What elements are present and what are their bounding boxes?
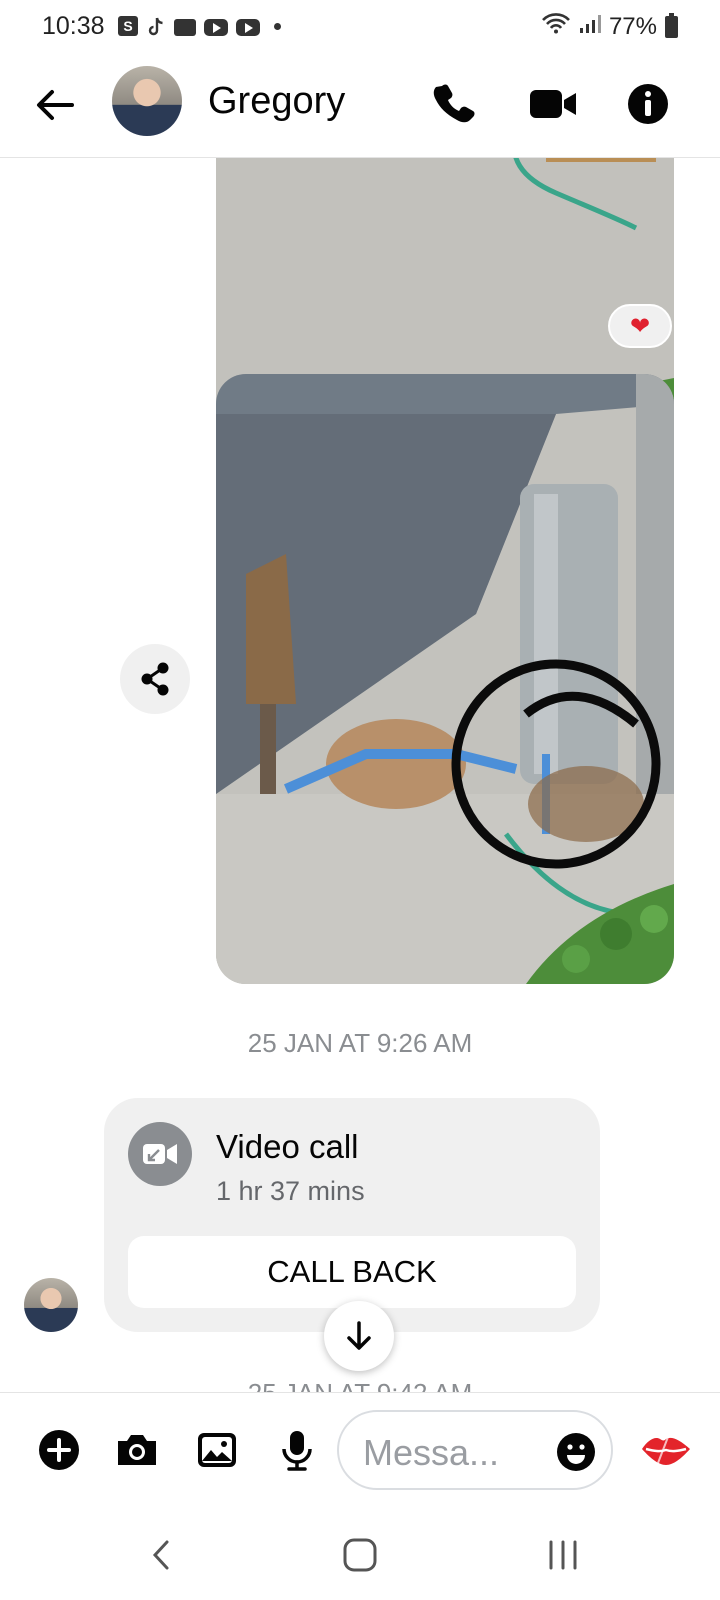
- lips-icon: [642, 1436, 690, 1465]
- arrow-left-icon: [37, 90, 74, 120]
- status-bar: 10:38 S 77%: [0, 0, 720, 52]
- camera-icon: [118, 1435, 156, 1465]
- video-icon: [530, 90, 576, 118]
- contact-name[interactable]: Gregory: [208, 80, 345, 123]
- system-navigation-bar: [0, 1508, 720, 1600]
- call-title: Video call: [216, 1128, 359, 1165]
- wifi-icon: [541, 12, 571, 41]
- system-icons: 77%: [541, 12, 678, 41]
- message-input[interactable]: Messa...: [337, 1410, 613, 1490]
- battery-text: 77%: [608, 12, 657, 40]
- nav-back-button[interactable]: [137, 1530, 187, 1580]
- contact-avatar[interactable]: [24, 1278, 78, 1332]
- home-icon: [343, 1538, 377, 1572]
- emoji-button[interactable]: [555, 1431, 597, 1473]
- camera-button[interactable]: [112, 1425, 162, 1475]
- plus-icon: [39, 1430, 79, 1470]
- notification-icons: S: [118, 16, 281, 36]
- shopping-bag-icon: S: [118, 16, 138, 36]
- dot-icon: [274, 22, 281, 30]
- message-placeholder: Messa...: [363, 1432, 500, 1473]
- arrow-down-icon: [347, 1321, 371, 1350]
- back-button[interactable]: [30, 80, 80, 130]
- gallery-button[interactable]: [192, 1425, 242, 1475]
- youtube-icon: [236, 18, 260, 36]
- gallery-icon: [198, 1433, 236, 1467]
- microphone-icon: [282, 1431, 312, 1471]
- youtube-icon: [204, 18, 228, 36]
- battery-icon: [665, 12, 678, 38]
- nav-home-button[interactable]: [335, 1530, 385, 1580]
- share-button[interactable]: [120, 644, 190, 714]
- photo-message[interactable]: [216, 374, 674, 984]
- recents-icon: [549, 1540, 577, 1570]
- more-actions-button[interactable]: [34, 1425, 84, 1475]
- call-back-button[interactable]: CALL BACK: [128, 1236, 576, 1308]
- quick-reaction-button[interactable]: [638, 1425, 694, 1475]
- missed-video-icon: [128, 1122, 192, 1186]
- scroll-to-bottom-button[interactable]: [324, 1301, 394, 1371]
- audio-call-button[interactable]: [428, 76, 484, 132]
- info-icon: [628, 84, 668, 124]
- timestamp: 25 JAN AT 9:26 AM: [247, 1028, 473, 1058]
- nav-recents-button[interactable]: [538, 1530, 588, 1580]
- emoji-icon: [557, 1433, 595, 1471]
- phone-icon: [433, 84, 475, 123]
- message-composer: Messa...: [0, 1392, 720, 1508]
- status-time: 10:38: [42, 12, 105, 40]
- video-call-card[interactable]: Video call 1 hr 37 mins CALL BACK: [104, 1098, 600, 1332]
- chevron-left-icon: [152, 1540, 169, 1570]
- folder-icon: [174, 18, 196, 36]
- conversation-header: Gregory: [0, 52, 720, 158]
- signal-icon: [579, 13, 601, 41]
- call-duration: 1 hr 37 mins: [216, 1176, 365, 1206]
- photo-image: [216, 374, 674, 984]
- video-call-button[interactable]: [524, 76, 580, 132]
- share-icon: [141, 662, 169, 696]
- tiktok-icon: [146, 16, 166, 36]
- info-button[interactable]: [620, 76, 676, 132]
- timestamp: 25 JAN AT 9:42 AM: [0, 1378, 720, 1392]
- heart-reaction[interactable]: ❤: [608, 304, 672, 348]
- contact-avatar[interactable]: [112, 66, 182, 136]
- voice-message-button[interactable]: [272, 1425, 322, 1475]
- message-list[interactable]: ❤ 25 JAN AT 9:26 AM Video call 1 hr 37 m…: [0, 158, 720, 1392]
